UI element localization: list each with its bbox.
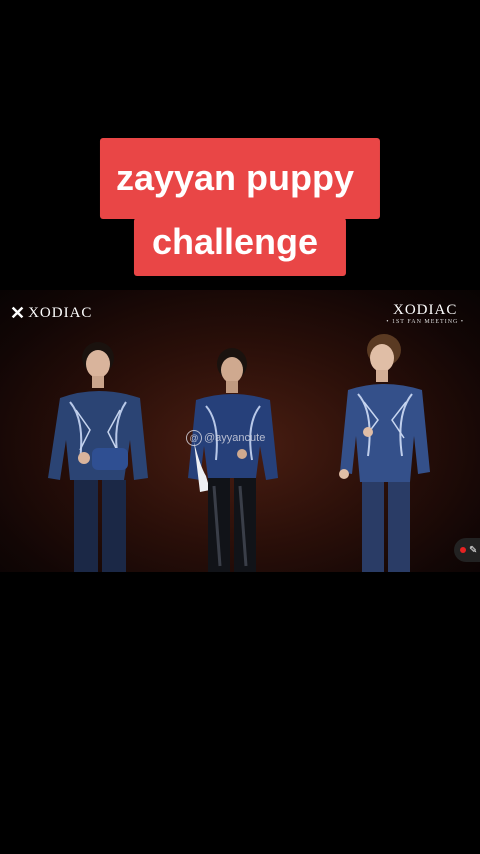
brand-logo-left: ✕ XODIAC xyxy=(10,303,92,324)
performer-middle xyxy=(188,348,278,572)
watermark-text: @ayyancute xyxy=(204,432,266,444)
brand-right-text: XODIAC xyxy=(393,302,458,318)
performer-left xyxy=(48,342,148,572)
video-frame[interactable]: ✕ XODIAC XODIAC • 1ST FAN MEETING • @ @a… xyxy=(0,290,480,572)
xodiac-x-icon: ✕ xyxy=(10,303,27,323)
watermark: @ @ayyancute xyxy=(186,430,265,446)
brand-logo-right: XODIAC • 1ST FAN MEETING • xyxy=(386,302,464,325)
record-indicator[interactable]: ✎ xyxy=(454,538,480,562)
record-dot-icon xyxy=(460,547,466,553)
brand-right-subtext: • 1ST FAN MEETING • xyxy=(386,319,464,325)
caption-line-2: challenge xyxy=(133,218,347,276)
caption-line-1: zayyan puppy xyxy=(99,138,381,219)
pen-icon: ✎ xyxy=(469,544,478,556)
at-icon: @ xyxy=(186,430,202,446)
performer-right xyxy=(339,334,430,572)
brand-left-text: XODIAC xyxy=(28,305,93,321)
